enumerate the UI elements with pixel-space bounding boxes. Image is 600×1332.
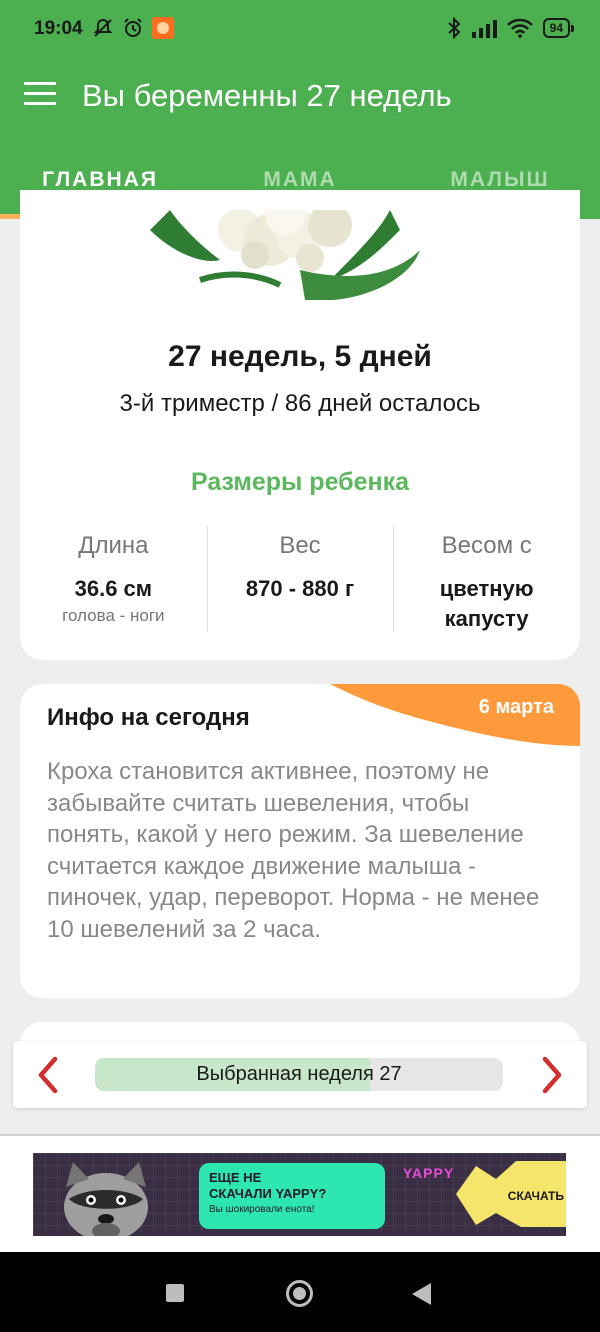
size-length: Длина 36.6 см голова - ноги [20, 526, 207, 636]
ad-subtext: Вы шокировали енота! [209, 1204, 315, 1215]
status-bar: 19:04 94 [0, 0, 600, 60]
size-compare-value: цветную капусту [439, 576, 534, 631]
week-selector: Выбранная неделя 27 [13, 1041, 587, 1108]
ad-headline-1: ЕЩЕ НЕ [209, 1170, 262, 1185]
ad-area: ЕЩЕ НЕ СКАЧАЛИ YAPPY? Вы шокировали енот… [0, 1136, 600, 1252]
size-length-label: Длина [78, 532, 149, 559]
notifications-off-icon [93, 18, 113, 37]
info-card: 6 марта Инфо на сегодня Кроха становится… [20, 684, 580, 998]
size-length-value: 36.6 см [74, 576, 153, 601]
ad-banner[interactable]: ЕЩЕ НЕ СКАЧАЛИ YAPPY? Вы шокировали енот… [33, 1153, 566, 1236]
week-progress[interactable]: Выбранная неделя 27 [95, 1058, 503, 1091]
app-notification-icon [152, 17, 174, 39]
info-date: 6 марта [478, 696, 554, 718]
info-text: Кроха становится активнее, поэтому не за… [47, 758, 540, 943]
week-progress-label: Выбранная неделя 27 [196, 1063, 402, 1085]
ad-cta-button[interactable]: СКАЧАТЬ [508, 1189, 564, 1203]
chevron-left-icon[interactable] [33, 1055, 63, 1095]
status-icons-right: 94 [447, 17, 575, 39]
ad-headline-2: СКАЧАЛИ YAPPY? [209, 1186, 327, 1201]
week-title: 27 недель, 5 дней [168, 340, 432, 373]
system-nav-bar [0, 1252, 600, 1332]
wifi-icon [506, 18, 533, 38]
ad-message-box: ЕЩЕ НЕ СКАЧАЛИ YAPPY? Вы шокировали енот… [199, 1163, 385, 1229]
cauliflower-image [140, 210, 430, 300]
signal-icon [471, 20, 497, 38]
size-weight: Вес 870 - 880 г [206, 526, 394, 636]
status-time: 19:04 [34, 18, 83, 39]
info-title: Инфо на сегодня [47, 704, 250, 731]
size-weight-value: 870 - 880 г [245, 576, 355, 601]
battery-icon: 94 [542, 18, 575, 38]
baby-sizes-title: Размеры ребенка [190, 468, 410, 496]
size-weight-label: Вес [279, 532, 321, 559]
week-card: 27 недель, 5 дней 3-й триместр / 86 дней… [20, 190, 580, 660]
home-icon[interactable] [286, 1280, 313, 1307]
raccoon-image [64, 1162, 148, 1236]
app-bar: Вы беременны 27 недель [0, 60, 600, 130]
alarm-icon [124, 18, 142, 37]
status-icons-left [92, 17, 174, 39]
size-length-note: голова - ноги [62, 606, 165, 625]
hamburger-menu-icon[interactable] [24, 82, 56, 108]
baby-sizes: Длина 36.6 см голова - ноги Вес 870 - 88… [20, 526, 580, 636]
bluetooth-icon [447, 17, 461, 39]
week-subtitle: 3-й триместр / 86 дней осталось [119, 390, 481, 417]
size-compare: Весом с цветную капусту [393, 526, 580, 636]
recents-icon[interactable] [166, 1284, 184, 1302]
size-compare-label: Весом с [441, 532, 532, 559]
back-icon[interactable] [412, 1283, 431, 1305]
chevron-right-icon[interactable] [537, 1055, 567, 1095]
app-title: Вы беременны 27 недель [82, 78, 452, 113]
